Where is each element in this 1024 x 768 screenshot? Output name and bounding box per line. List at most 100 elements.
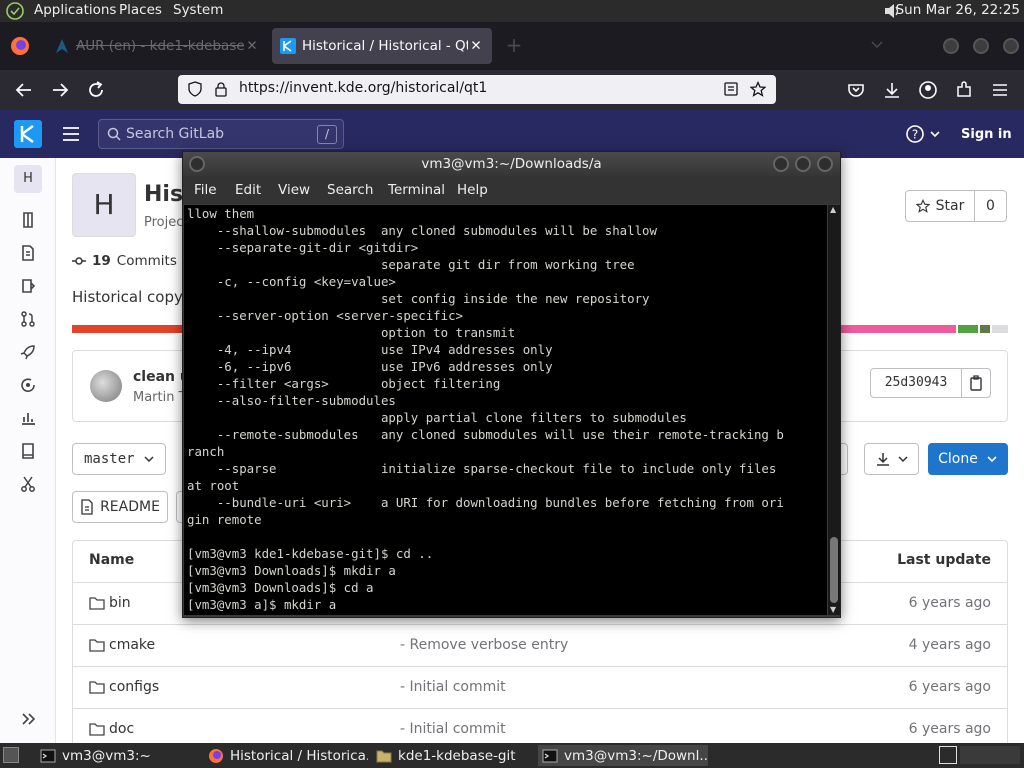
menu-view[interactable]: View — [278, 182, 310, 198]
shield-icon[interactable] — [187, 81, 203, 97]
language-segment — [992, 325, 1009, 333]
kde-logo-icon[interactable] — [14, 120, 42, 148]
system-menu[interactable]: System — [173, 2, 223, 18]
show-desktop-button[interactable] — [3, 747, 19, 763]
operate-icon[interactable] — [19, 376, 37, 394]
file-name[interactable]: configs — [109, 679, 159, 695]
scroll-up-icon[interactable]: ▲ — [830, 206, 838, 214]
extensions-icon[interactable] — [954, 80, 974, 100]
new-tab-button[interactable]: + — [500, 32, 528, 60]
maximize-button[interactable] — [795, 156, 811, 172]
tab-aur[interactable]: AUR (en) - kde1-kdebase-git ✕ — [46, 28, 268, 64]
url-text[interactable]: https://invent.kde.org/historical/qt1 — [239, 80, 487, 96]
repository-icon[interactable] — [19, 244, 37, 262]
folder-icon — [89, 639, 105, 652]
terminal-scrollbar[interactable]: ▲ ▼ — [828, 205, 840, 615]
terminal-title: vm3@vm3:~/Downloads/a — [421, 156, 602, 172]
menu-edit[interactable]: Edit — [235, 182, 261, 198]
sidebar-project-avatar[interactable]: H — [14, 165, 42, 193]
commits-link[interactable]: 19 Commits — [72, 253, 177, 269]
reload-icon[interactable] — [86, 80, 106, 100]
wiki-icon[interactable] — [19, 442, 37, 460]
search-input[interactable]: Search GitLab / — [98, 119, 344, 149]
top-panel: Applications Places System Sun Mar 26, 2… — [0, 0, 1024, 22]
forward-arrow-icon[interactable] — [50, 80, 70, 100]
reader-view-icon[interactable] — [723, 81, 739, 97]
table-row[interactable]: configs - Initial commit 6 years ago — [73, 666, 1007, 708]
menu-search[interactable]: Search — [327, 182, 373, 198]
commit-sha[interactable]: 25d30943 — [870, 368, 962, 398]
workspace-switcher[interactable] — [939, 746, 957, 764]
avatar[interactable] — [90, 370, 122, 402]
gnome-foot-icon[interactable] — [6, 2, 24, 20]
rocket-icon[interactable] — [19, 343, 37, 361]
pocket-icon[interactable] — [846, 80, 866, 100]
last-update: 4 years ago — [908, 637, 991, 653]
clock[interactable]: Sun Mar 26, 22:25 — [896, 2, 1020, 18]
hamburger-menu-icon[interactable] — [62, 126, 80, 142]
terminal-line: [vm3@vm3 Downloads]$ mkdir a — [187, 563, 396, 578]
terminal-titlebar[interactable]: vm3@vm3:~/Downloads/a — [183, 152, 840, 176]
folder-icon — [89, 723, 105, 736]
star-count[interactable]: 0 — [975, 190, 1007, 222]
taskbar-item-folder[interactable]: kde1-kdebase-git — [372, 745, 534, 766]
terminal-line: at root — [187, 478, 240, 493]
readme-button[interactable]: README — [72, 491, 168, 523]
scrollbar-thumb[interactable] — [830, 537, 838, 603]
copy-sha-button[interactable] — [961, 368, 991, 398]
help-icon[interactable]: ? — [905, 124, 943, 144]
account-icon[interactable] — [918, 80, 938, 100]
issues-icon[interactable] — [19, 277, 37, 295]
download-source-button[interactable] — [864, 443, 919, 475]
terminal-line: -6, --ipv6 use IPv6 addresses only — [187, 359, 553, 374]
file-name[interactable]: doc — [109, 721, 134, 737]
url-bar[interactable]: https://invent.kde.org/historical/qt1 — [178, 75, 776, 104]
places-menu[interactable]: Places — [119, 2, 162, 18]
taskbar-item-terminal-home[interactable]: vm3@vm3:~ — [36, 745, 198, 766]
commit-author[interactable]: Martin T — [133, 390, 187, 405]
project-overview-icon[interactable] — [19, 211, 37, 229]
menu-help[interactable]: Help — [457, 182, 488, 198]
menu-terminal[interactable]: Terminal — [388, 182, 445, 198]
menu-icon[interactable] — [990, 80, 1010, 100]
firefox-logo-icon[interactable] — [10, 36, 30, 56]
menu-file[interactable]: File — [194, 182, 217, 198]
analytics-icon[interactable] — [19, 409, 37, 427]
minimize-button[interactable] — [943, 38, 959, 54]
commit-message[interactable]: - Initial commit — [400, 721, 506, 737]
back-arrow-icon[interactable] — [14, 80, 34, 100]
expand-sidebar-icon[interactable] — [19, 710, 37, 728]
terminal-output[interactable]: llow them --shallow-submodules any clone… — [184, 205, 827, 615]
tab-close-icon[interactable]: ✕ — [468, 38, 484, 54]
kde-logo-icon — [280, 38, 296, 54]
commit-message[interactable]: - Remove verbose entry — [400, 637, 568, 653]
download-icon[interactable] — [882, 80, 902, 100]
tab-close-icon[interactable]: ✕ — [244, 38, 260, 54]
applications-menu[interactable]: Applications — [34, 2, 116, 18]
close-window-button[interactable] — [817, 156, 833, 172]
bookmark-star-icon[interactable] — [750, 81, 766, 97]
star-button[interactable]: Star — [905, 190, 975, 222]
terminal-window[interactable]: vm3@vm3:~/Downloads/a File Edit View Sea… — [182, 151, 841, 618]
minimize-button[interactable] — [773, 156, 789, 172]
table-row[interactable]: cmake - Remove verbose entry 4 years ago — [73, 624, 1007, 666]
chevron-down-icon[interactable] — [868, 38, 886, 52]
commit-message[interactable]: - Initial commit — [400, 679, 506, 695]
workspace-area[interactable] — [960, 746, 1020, 764]
scroll-down-icon[interactable]: ▼ — [830, 606, 838, 614]
taskbar-item-terminal-active[interactable]: vm3@vm3:~/Downl... — [538, 745, 708, 766]
file-name[interactable]: bin — [109, 595, 131, 611]
branch-selector[interactable]: master — [72, 443, 166, 475]
terminal-line: llow them — [187, 206, 255, 221]
taskbar-item-firefox[interactable]: Historical / Historica... — [204, 745, 368, 766]
maximize-button[interactable] — [973, 38, 989, 54]
file-name[interactable]: cmake — [109, 637, 155, 653]
snippets-icon[interactable] — [19, 475, 37, 493]
lock-icon[interactable] — [213, 81, 229, 97]
terminal-line: [vm3@vm3 kde1-kdebase-git]$ cd .. — [187, 546, 434, 561]
close-window-button[interactable] — [1003, 38, 1019, 54]
sign-in-link[interactable]: Sign in — [961, 127, 1012, 142]
merge-request-icon[interactable] — [19, 310, 37, 328]
clone-button[interactable]: Clone — [928, 443, 1008, 475]
tab-historical[interactable]: Historical / Historical - Qt 1 ✕ — [272, 28, 492, 64]
